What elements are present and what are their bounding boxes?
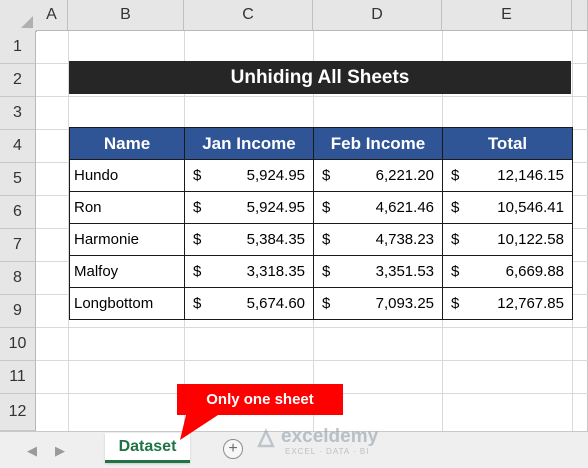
scroll-left-icon[interactable]: ◀ [27, 443, 37, 459]
cell-name[interactable]: Malfoy [69, 255, 185, 288]
select-all-corner[interactable] [0, 0, 37, 32]
currency-symbol: $ [193, 295, 202, 312]
scroll-right-icon[interactable]: ▶ [55, 443, 65, 459]
currency-symbol: $ [451, 167, 460, 184]
sheet-title[interactable]: Unhiding All Sheets [69, 61, 571, 94]
row-header-2[interactable]: 2 [0, 64, 36, 97]
exceldemy-logo-icon [257, 428, 275, 448]
currency-symbol: $ [322, 263, 331, 280]
cell-value: 7,093.25 [375, 295, 434, 312]
cell-value: 6,221.20 [375, 167, 434, 184]
currency-symbol: $ [193, 231, 202, 248]
table-header-row: Name Jan Income Feb Income Total [69, 127, 573, 160]
gridline [36, 96, 588, 97]
cell-value: 4,621.46 [375, 199, 434, 216]
row-header-10[interactable]: 10 [0, 328, 36, 361]
currency-symbol: $ [193, 199, 202, 216]
cell-name[interactable]: Ron [69, 191, 185, 224]
gridline [36, 360, 588, 361]
row-header-6[interactable]: 6 [0, 196, 36, 229]
currency-symbol: $ [322, 167, 331, 184]
table-row: Harmonie $5,384.35 $4,738.23 $10,122.58 [69, 223, 573, 256]
column-header-c[interactable]: C [184, 0, 313, 31]
cell-value: 3,318.35 [246, 263, 305, 280]
row-header-9[interactable]: 9 [0, 295, 36, 328]
cell-value: 12,146.15 [497, 167, 564, 184]
cell-value: 5,924.95 [246, 199, 305, 216]
callout-pointer-icon [180, 415, 218, 440]
table-row: Ron $5,924.95 $4,621.46 $10,546.41 [69, 191, 573, 224]
cell-name[interactable]: Longbottom [69, 287, 185, 320]
currency-symbol: $ [193, 263, 202, 280]
currency-symbol: $ [451, 263, 460, 280]
cell-value: 10,546.41 [497, 199, 564, 216]
brand-tagline: EXCEL · DATA · BI [285, 447, 370, 456]
cell-jan[interactable]: $5,924.95 [184, 159, 314, 192]
column-header-b[interactable]: B [68, 0, 184, 31]
row-header-5[interactable]: 5 [0, 163, 36, 196]
table-row: Malfoy $3,318.35 $3,351.53 $6,669.88 [69, 255, 573, 288]
currency-symbol: $ [322, 231, 331, 248]
row-header-3[interactable]: 3 [0, 97, 36, 130]
row-header-8[interactable]: 8 [0, 262, 36, 295]
select-all-triangle-icon [21, 16, 33, 28]
column-header-e[interactable]: E [442, 0, 572, 31]
cell-value: 10,122.58 [497, 231, 564, 248]
column-header-f[interactable] [572, 0, 588, 31]
currency-symbol: $ [451, 199, 460, 216]
header-jan-income[interactable]: Jan Income [184, 127, 314, 160]
cell-jan[interactable]: $3,318.35 [184, 255, 314, 288]
row-header-4[interactable]: 4 [0, 130, 36, 163]
header-total[interactable]: Total [442, 127, 573, 160]
currency-symbol: $ [451, 295, 460, 312]
cell-jan[interactable]: $5,674.60 [184, 287, 314, 320]
cell-feb[interactable]: $4,738.23 [313, 223, 443, 256]
table-row: Hundo $5,924.95 $6,221.20 $12,146.15 [69, 159, 573, 192]
gridline [36, 327, 588, 328]
cell-total[interactable]: $12,767.85 [442, 287, 573, 320]
cell-feb[interactable]: $4,621.46 [313, 191, 443, 224]
cell-value: 12,767.85 [497, 295, 564, 312]
cell-feb[interactable]: $6,221.20 [313, 159, 443, 192]
currency-symbol: $ [193, 167, 202, 184]
cell-jan[interactable]: $5,924.95 [184, 191, 314, 224]
row-header-7[interactable]: 7 [0, 229, 36, 262]
annotation-callout: Only one sheet [177, 384, 343, 415]
currency-symbol: $ [322, 295, 331, 312]
cell-value: 4,738.23 [375, 231, 434, 248]
cell-value: 5,384.35 [246, 231, 305, 248]
row-header-11[interactable]: 11 [0, 361, 36, 394]
cell-value: 5,674.60 [246, 295, 305, 312]
income-table: Name Jan Income Feb Income Total Hundo $… [69, 127, 573, 320]
cell-value: 3,351.53 [375, 263, 434, 280]
row-header-1[interactable]: 1 [0, 31, 36, 64]
cell-name[interactable]: Hundo [69, 159, 185, 192]
column-header-d[interactable]: D [313, 0, 442, 31]
cell-name[interactable]: Harmonie [69, 223, 185, 256]
header-feb-income[interactable]: Feb Income [313, 127, 443, 160]
cell-feb[interactable]: $7,093.25 [313, 287, 443, 320]
cell-value: 5,924.95 [246, 167, 305, 184]
cell-total[interactable]: $12,146.15 [442, 159, 573, 192]
currency-symbol: $ [322, 199, 331, 216]
header-name[interactable]: Name [69, 127, 185, 160]
currency-symbol: $ [451, 231, 460, 248]
brand-name: exceldemy [281, 426, 379, 447]
cell-feb[interactable]: $3,351.53 [313, 255, 443, 288]
add-sheet-icon[interactable]: + [223, 439, 243, 459]
cell-value: 6,669.88 [505, 263, 564, 280]
cell-jan[interactable]: $5,384.35 [184, 223, 314, 256]
row-header-12[interactable]: 12 [0, 394, 36, 431]
cell-total[interactable]: $10,546.41 [442, 191, 573, 224]
column-header-a[interactable]: A [36, 0, 68, 31]
cell-total[interactable]: $6,669.88 [442, 255, 573, 288]
table-row: Longbottom $5,674.60 $7,093.25 $12,767.8… [69, 287, 573, 320]
cell-total[interactable]: $10,122.58 [442, 223, 573, 256]
